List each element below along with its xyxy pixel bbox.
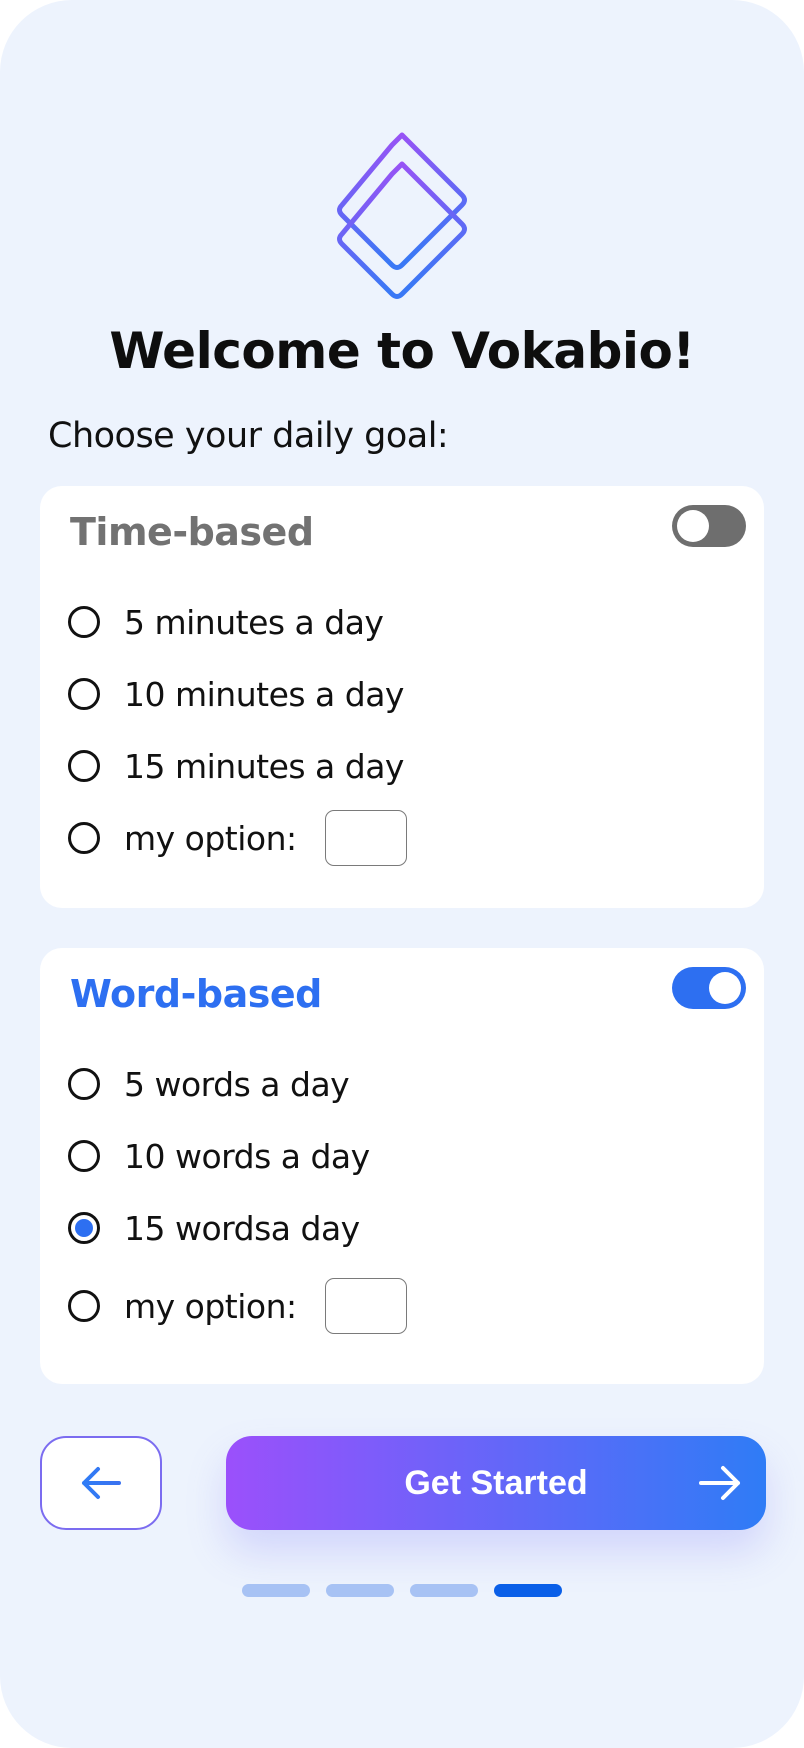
pagination-dot xyxy=(242,1584,310,1597)
time-option-5-minutes[interactable]: 5 minutes a day xyxy=(68,597,384,647)
radio-button[interactable] xyxy=(68,1290,100,1322)
option-label: my option: xyxy=(124,818,297,858)
radio-button[interactable] xyxy=(68,750,100,782)
radio-button[interactable] xyxy=(68,1140,100,1172)
time-based-card: Time-based 5 minutes a day 10 minutes a … xyxy=(40,486,764,908)
time-option-15-minutes[interactable]: 15 minutes a day xyxy=(68,741,404,791)
page-subtitle: Choose your daily goal: xyxy=(48,416,449,456)
time-based-title: Time-based xyxy=(70,510,314,554)
option-label: 5 words a day xyxy=(124,1064,350,1104)
time-custom-input[interactable] xyxy=(324,810,407,866)
option-label: 10 words a day xyxy=(124,1136,370,1176)
option-label: 10 minutes a day xyxy=(124,674,404,714)
word-option-15-words[interactable]: 15 wordsa day xyxy=(68,1203,360,1253)
word-based-title: Word-based xyxy=(70,972,322,1016)
word-option-10-words[interactable]: 10 words a day xyxy=(68,1131,370,1181)
word-based-card: Word-based 5 words a day 10 words a day … xyxy=(40,948,764,1384)
pagination-dot xyxy=(326,1584,394,1597)
toggle-knob xyxy=(709,972,741,1004)
radio-button[interactable] xyxy=(68,606,100,638)
page-title: Welcome to Vokabio! xyxy=(109,322,695,380)
onboarding-screen: Welcome to Vokabio! Choose your daily go… xyxy=(0,0,804,1748)
toggle-knob xyxy=(677,510,709,542)
time-option-custom[interactable]: my option: xyxy=(68,810,407,866)
word-option-5-words[interactable]: 5 words a day xyxy=(68,1059,350,1109)
vokabio-logo-icon xyxy=(337,132,467,299)
get-started-label: Get Started xyxy=(404,1464,588,1502)
word-option-custom[interactable]: my option: xyxy=(68,1278,407,1334)
radio-button[interactable] xyxy=(68,822,100,854)
arrow-right-icon xyxy=(699,1466,740,1500)
radio-button[interactable] xyxy=(68,1068,100,1100)
word-based-toggle[interactable] xyxy=(672,967,746,1009)
word-custom-input[interactable] xyxy=(324,1278,407,1334)
pagination-dot-active xyxy=(494,1584,562,1597)
option-label: 15 wordsa day xyxy=(124,1208,360,1248)
radio-button[interactable] xyxy=(68,678,100,710)
option-label: my option: xyxy=(124,1286,297,1326)
get-started-button[interactable]: Get Started xyxy=(226,1436,766,1530)
arrow-left-icon xyxy=(82,1467,121,1499)
time-based-toggle[interactable] xyxy=(672,505,746,547)
pagination-dot xyxy=(410,1584,478,1597)
option-label: 15 minutes a day xyxy=(124,746,404,786)
back-button[interactable] xyxy=(40,1436,162,1530)
time-option-10-minutes[interactable]: 10 minutes a day xyxy=(68,669,404,719)
radio-button-selected[interactable] xyxy=(68,1212,100,1244)
option-label: 5 minutes a day xyxy=(124,602,384,642)
pagination-dots xyxy=(242,1584,562,1597)
